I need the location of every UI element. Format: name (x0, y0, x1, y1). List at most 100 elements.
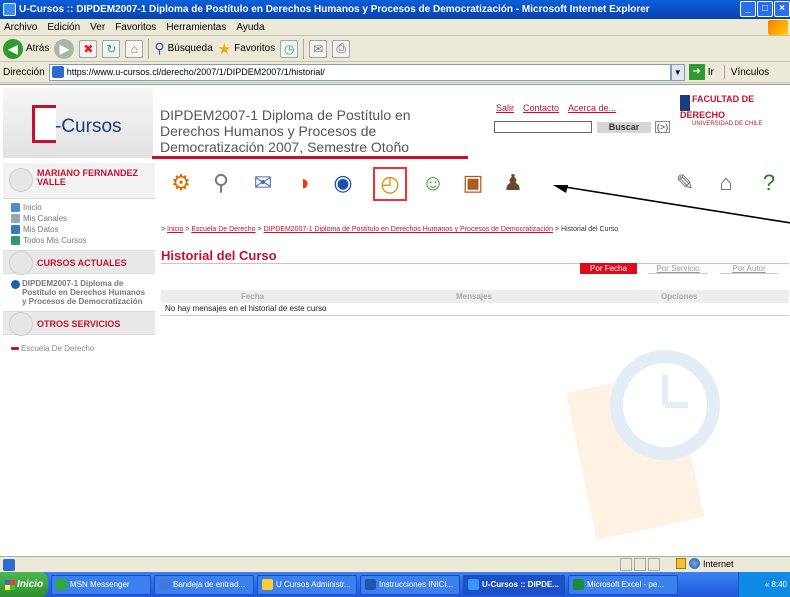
sidebar-item-label: Todos Mis Cursos (23, 236, 87, 245)
forward-button[interactable]: ▶ (54, 38, 75, 59)
contact-link[interactable]: Contacto (523, 103, 559, 113)
sidebar-item-cursos[interactable]: Todos Mis Cursos (3, 235, 155, 246)
search-icon: ⚲ (154, 40, 165, 56)
menu-archivo[interactable]: Archivo (4, 22, 37, 33)
menu-ver[interactable]: Ver (90, 22, 105, 33)
go-button[interactable]: Ir (708, 67, 714, 78)
sidebar-item-datos[interactable]: Mis Datos (3, 224, 155, 235)
tray-expand-icon[interactable]: « (765, 580, 769, 589)
page-viewport: -Cursos DIPDEM2007-1 Diploma de Postítul… (0, 84, 790, 556)
menu-edicion[interactable]: Edición (47, 22, 80, 33)
menu-herramientas[interactable]: Herramientas (166, 22, 226, 33)
site-search-button[interactable]: Buscar (597, 122, 651, 133)
task-msn[interactable]: MSN Messenger (51, 574, 151, 595)
favorites-button[interactable]: ★ Favoritos (218, 40, 276, 58)
ie-icon (3, 3, 16, 16)
chart-icon[interactable]: ◉ (328, 168, 358, 198)
go-arrow-icon[interactable]: ➜ (688, 64, 705, 80)
star-icon: ★ (217, 40, 232, 58)
task-ucursos-ie[interactable]: U-Cursos :: DIPDE... (463, 574, 565, 595)
tab-por-servicio[interactable]: Por Servicio (648, 263, 708, 274)
menu-bar: Archivo Edición Ver Favoritos Herramient… (0, 19, 790, 36)
back-button[interactable]: ◀ Atrás (3, 38, 49, 59)
channels-icon (11, 214, 20, 223)
address-bar: Dirección https://www.u-cursos.cl/derech… (0, 62, 790, 83)
site-search-input[interactable] (494, 121, 592, 133)
tab-por-autor[interactable]: Por Autor (720, 263, 778, 274)
about-link[interactable]: Acerca de... (568, 103, 616, 113)
gears-icon[interactable]: ⚙ (166, 168, 196, 198)
toolbar-separator (723, 65, 725, 79)
current-course-link[interactable]: DIPDEM2007-1 Diploma de Postítulo en Der… (3, 274, 155, 311)
pointer-arrow-icon (553, 185, 790, 224)
address-dropdown-icon[interactable]: ▼ (670, 63, 685, 81)
user-panel: MARIANO FERNANDEZ VALLE (3, 163, 155, 199)
msn-icon (56, 579, 67, 590)
menu-ayuda[interactable]: Ayuda (236, 22, 264, 33)
book-icon[interactable]: ▣ (458, 168, 488, 198)
breadcrumb-course[interactable]: DIPDEM2007-1 Diploma de Postítulo en Der… (264, 226, 553, 233)
start-button[interactable]: Inicio (0, 572, 48, 597)
links-button[interactable]: Vínculos (731, 67, 769, 78)
page-status-icon (3, 558, 15, 571)
toolbar-separator (303, 38, 305, 59)
refresh-button[interactable]: ↻ (102, 39, 121, 58)
logo-u-mark (32, 105, 56, 143)
documents-icon[interactable]: ✉ (248, 168, 278, 198)
breadcrumb-inicio[interactable]: Inicio (167, 226, 183, 233)
window-controls: _ □ × (740, 1, 790, 17)
address-input[interactable]: https://www.u-cursos.cl/derecho/2007/1/D… (48, 63, 671, 81)
column-fecha: Fecha (241, 292, 265, 301)
window-title: U-Cursos :: DIPDEM2007-1 Diploma de Post… (19, 4, 650, 15)
sidebar-item-inicio[interactable]: Inicio (3, 202, 155, 213)
internet-globe-icon (689, 558, 700, 569)
left-sidebar: MARIANO FERNANDEZ VALLE Inicio Mis Canal… (3, 163, 155, 361)
maximize-button[interactable]: □ (757, 1, 773, 17)
ucursos-logo[interactable]: -Cursos (3, 88, 153, 158)
site-search-go[interactable]: (>) (655, 121, 670, 133)
search-label: Búsqueda (167, 43, 213, 54)
security-zone: Internet (676, 558, 734, 569)
task-ucursos-admin[interactable]: U Cursos Administr... (257, 574, 357, 595)
history-watermark-icon (565, 350, 720, 540)
excel-icon (573, 579, 584, 590)
breadcrumb-escuela[interactable]: Escuela De Derecho (191, 226, 255, 233)
task-bandeja[interactable]: Bandeja de entrad... (154, 574, 254, 595)
status-bar: Internet (0, 556, 790, 572)
home-button[interactable]: ⌂ (125, 39, 144, 58)
search-button[interactable]: ⚲ Búsqueda (154, 40, 212, 57)
address-url: https://www.u-cursos.cl/derecho/2007/1/D… (66, 67, 325, 77)
logout-link[interactable]: Salir (496, 103, 514, 113)
sidebar-item-label: Inicio (23, 203, 42, 212)
sidebar-item-canales[interactable]: Mis Canales (3, 213, 155, 224)
tab-por-fecha[interactable]: Por Fecha (580, 263, 637, 274)
people-icon[interactable]: ☺ (418, 168, 448, 198)
course-icon (11, 280, 20, 289)
windows-logo-icon (768, 20, 788, 35)
mail-button[interactable]: ✉ (309, 39, 328, 58)
menu-favoritos[interactable]: Favoritos (115, 22, 156, 33)
user-data-icon (11, 225, 20, 234)
home-mini-icon (11, 203, 20, 212)
task-instrucciones[interactable]: Instrucciones INICI... (360, 574, 460, 595)
history-table-header: Fecha Mensajes Opciones (161, 290, 789, 303)
faculty-logo[interactable]: FACULTAD DE DERECHO UNIVERSIDAD DE CHILE (680, 95, 786, 129)
title-underline (152, 156, 468, 159)
close-button[interactable]: × (774, 1, 790, 17)
page-title: Historial del Curso (161, 248, 277, 263)
magnifier-icon[interactable]: ⚲ (206, 168, 236, 198)
column-opciones: Opciones (661, 292, 698, 301)
other-services-list: Escuela De Derecho (3, 335, 155, 361)
teacher-icon[interactable]: ♟ (498, 168, 528, 198)
breadcrumb: > Inicio > Escuela De Derecho > DIPDEM20… (161, 226, 619, 233)
escuela-link[interactable]: Escuela De Derecho (3, 341, 155, 355)
stop-button[interactable]: ✖ (79, 39, 98, 58)
task-excel[interactable]: Microsoft Excel - pe... (568, 574, 678, 595)
logo-text: -Cursos (55, 116, 122, 137)
print-button[interactable]: ⎙ (332, 39, 351, 58)
section-circle-icon (9, 312, 33, 336)
history-button[interactable]: ◷ (280, 39, 299, 58)
calendar-icon[interactable]: ◑ (288, 168, 318, 198)
history-icon[interactable]: ◴ (373, 167, 407, 201)
minimize-button[interactable]: _ (740, 1, 756, 17)
